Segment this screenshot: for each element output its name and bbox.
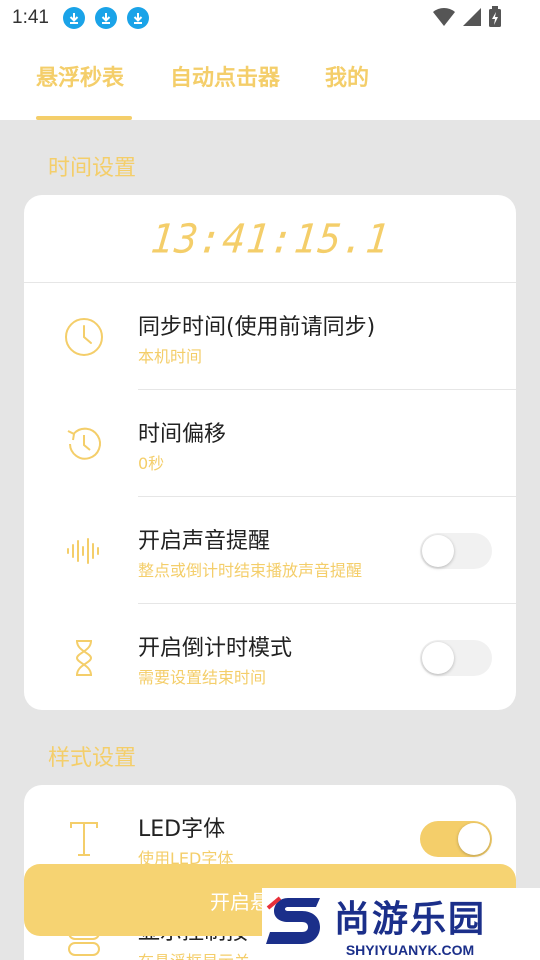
sound-wave-icon [62,529,106,573]
row-subtitle: 0秒 [138,454,165,473]
history-icon [62,422,106,466]
row-sound-alert[interactable]: 开启声音提醒 整点或倒计时结束播放声音提醒 [24,497,516,604]
row-title: 时间偏移 [138,422,227,447]
font-icon [62,817,106,861]
section-title-style: 样式设置 [48,746,137,771]
status-bar: 1:41 [0,0,540,36]
signal-icon [462,6,482,32]
row-sync-time[interactable]: 同步时间(使用前请同步) 本机时间 [24,283,516,390]
row-subtitle: 整点或倒计时结束播放声音提醒 [138,561,363,580]
row-subtitle: 需要设置结束时间 [138,668,267,687]
watermark: 尚游乐园 SHYIYUANYK.COM [262,888,540,960]
battery-charging-icon [488,6,502,32]
clock-display: 13:41:15.1 [24,195,516,283]
status-time: 1:41 [12,7,49,28]
download-icon [94,7,117,29]
section-title-time: 时间设置 [48,156,137,181]
tab-mine[interactable]: 我的 [325,60,369,92]
hourglass-icon [62,636,106,680]
start-floating-label: 开启悬 [210,889,270,914]
download-icon [62,7,85,29]
row-title: 开启声音提醒 [138,529,271,554]
time-settings-card: 13:41:15.1 同步时间(使用前请同步) 本机时间 时间偏移 0秒 开启声… [24,195,516,710]
sound-alert-toggle[interactable] [420,533,492,569]
row-title: 开启倒计时模式 [138,636,293,661]
row-time-offset[interactable]: 时间偏移 0秒 [24,390,516,497]
watermark-url: SHYIYUANYK.COM [345,942,475,958]
led-font-toggle[interactable] [420,821,492,857]
row-subtitle: 在悬浮框显示关 [138,948,250,960]
watermark-logo-icon [262,888,332,960]
led-clock: 13:41:15.1 [148,215,392,262]
countdown-mode-toggle[interactable] [420,640,492,676]
row-countdown-mode[interactable]: 开启倒计时模式 需要设置结束时间 [24,604,516,711]
wifi-icon [432,6,456,32]
download-icon [126,7,149,29]
top-tab-bar: 悬浮秒表 自动点击器 我的 [0,36,540,120]
watermark-text: 尚游乐园 [334,899,487,940]
row-subtitle: 本机时间 [138,347,203,366]
clock-icon [62,315,106,359]
tab-auto-clicker[interactable]: 自动点击器 [170,60,280,92]
row-title: 同步时间(使用前请同步) [138,315,376,340]
active-tab-indicator [36,116,132,120]
tab-floating-stopwatch[interactable]: 悬浮秒表 [36,60,124,92]
row-title: LED字体 [138,817,226,842]
